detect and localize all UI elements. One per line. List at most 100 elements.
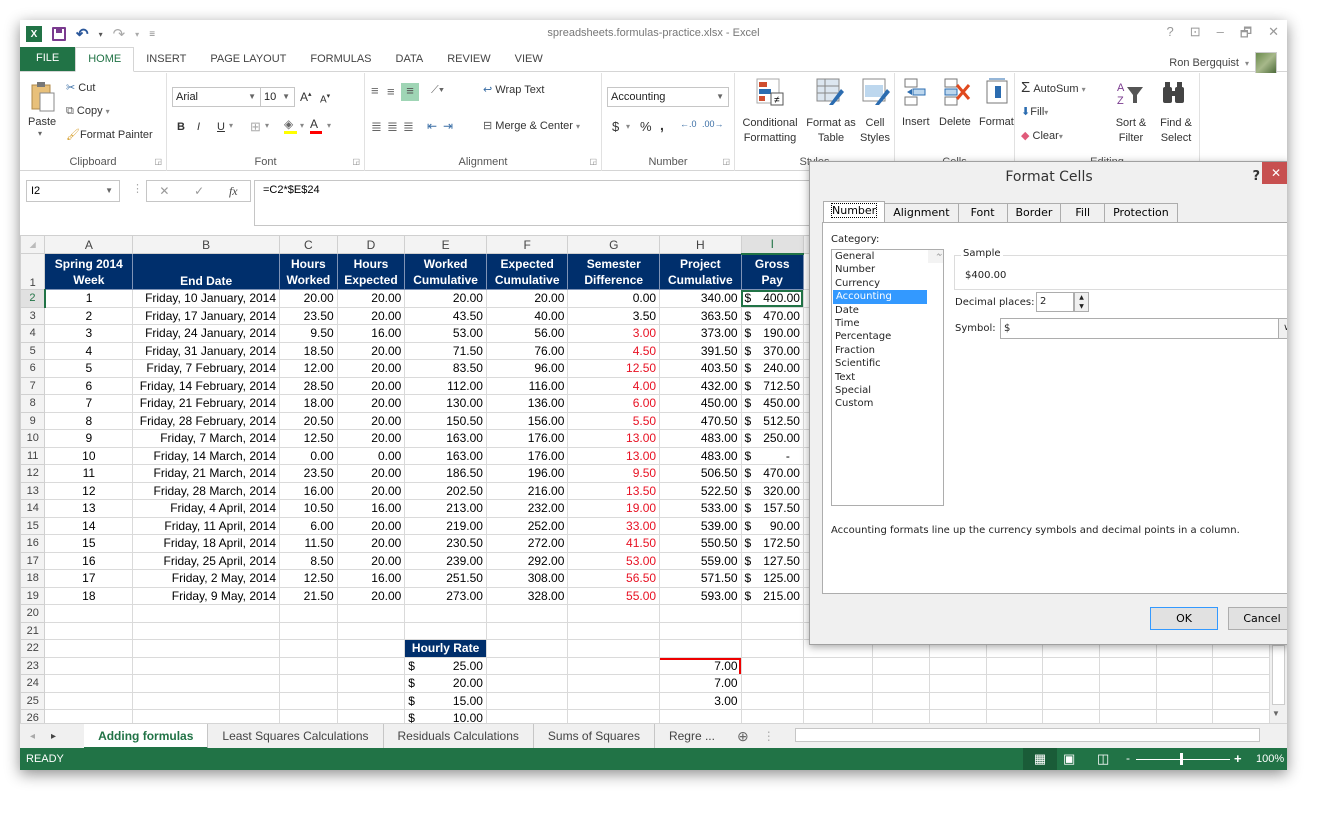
category-item-percentage[interactable]: Percentage	[832, 330, 943, 343]
worked-cumulative-cell[interactable]: 213.00	[404, 499, 487, 518]
hours-expected-cell[interactable]: 16.00	[336, 569, 406, 588]
autosum-button[interactable]: Σ AutoSum ▾	[1021, 79, 1086, 96]
page-break-view-icon[interactable]: ◫	[1097, 751, 1109, 767]
week-cell[interactable]: 9	[44, 429, 134, 448]
row-header[interactable]: 5	[20, 341, 46, 360]
end-date-cell[interactable]: Friday, 9 May, 2014	[132, 586, 281, 605]
semester-difference-cell[interactable]: 56.50	[567, 569, 661, 588]
gross-pay-cell[interactable]: $190.00	[740, 324, 804, 343]
insert-button[interactable]: Insert	[902, 116, 930, 128]
row-header[interactable]: 19	[20, 586, 46, 605]
category-item-accounting[interactable]: Accounting	[833, 290, 927, 304]
worked-cumulative-cell[interactable]: 273.00	[404, 586, 487, 605]
hourly-rate-cell[interactable]: $25.00	[404, 656, 487, 675]
column-header-h[interactable]: H	[659, 235, 742, 254]
dialog-close-icon[interactable]: ✕	[1262, 162, 1287, 184]
end-date-cell[interactable]: Friday, 4 April, 2014	[132, 499, 281, 518]
semester-difference-cell[interactable]: 5.50	[567, 411, 661, 430]
week-cell[interactable]: 18	[44, 586, 134, 605]
cell[interactable]	[740, 674, 804, 693]
hours-worked-cell[interactable]: 12.50	[279, 569, 338, 588]
category-item-date[interactable]: Date	[832, 304, 943, 317]
project-cumulative-cell[interactable]: 483.00	[659, 446, 742, 465]
comma-style-button[interactable]: ,	[660, 117, 664, 133]
value-cell[interactable]: 7.00	[659, 674, 742, 693]
percent-style-button[interactable]: %	[640, 119, 652, 134]
semester-difference-cell[interactable]: 4.50	[567, 341, 661, 360]
header-cell[interactable]: Spring 2014 Week	[44, 253, 134, 290]
cell[interactable]	[44, 604, 134, 623]
cell[interactable]	[659, 621, 742, 640]
ribbon-display-options-icon[interactable]: ⊡	[1190, 24, 1201, 46]
cell[interactable]	[1212, 674, 1270, 693]
hours-expected-cell[interactable]: 20.00	[336, 289, 406, 308]
row-header[interactable]: 25	[20, 691, 46, 710]
hours-worked-cell[interactable]: 12.00	[279, 359, 338, 378]
expected-cumulative-cell[interactable]: 176.00	[485, 446, 569, 465]
cell[interactable]	[279, 604, 338, 623]
cell[interactable]	[1212, 656, 1270, 675]
binoculars-icon[interactable]	[1160, 79, 1190, 109]
expected-cumulative-cell[interactable]: 156.00	[485, 411, 569, 430]
user-account[interactable]: Ron Bergquist ▾	[1169, 52, 1277, 74]
week-cell[interactable]: 10	[44, 446, 134, 465]
hours-worked-cell[interactable]: 10.50	[279, 499, 338, 518]
gross-pay-cell[interactable]: $320.00	[740, 481, 804, 500]
row-header[interactable]: 1	[20, 253, 46, 290]
expected-cumulative-cell[interactable]: 20.00	[485, 289, 569, 308]
expected-cumulative-cell[interactable]: 136.00	[485, 394, 569, 413]
dialog-tab-border[interactable]: Border	[1006, 203, 1062, 222]
cell[interactable]	[404, 604, 487, 623]
project-cumulative-cell[interactable]: 340.00	[659, 289, 742, 308]
end-date-cell[interactable]: Friday, 28 March, 2014	[132, 481, 281, 500]
expected-cumulative-cell[interactable]: 252.00	[485, 516, 569, 535]
cell[interactable]	[567, 639, 661, 658]
cell[interactable]	[1042, 674, 1100, 693]
undo-dropdown-icon[interactable]: ▾	[99, 30, 103, 39]
hours-worked-cell[interactable]: 20.50	[279, 411, 338, 430]
format-painter-button[interactable]: 🖌Format Painter	[66, 128, 153, 141]
cell[interactable]	[279, 639, 338, 658]
hourly-rate-header[interactable]: Hourly Rate	[404, 639, 487, 658]
worked-cumulative-cell[interactable]: 251.50	[404, 569, 487, 588]
row-header[interactable]: 6	[20, 359, 46, 378]
week-cell[interactable]: 8	[44, 411, 134, 430]
cell[interactable]	[567, 674, 661, 693]
gross-pay-cell[interactable]: $127.50	[740, 551, 804, 570]
week-cell[interactable]: 3	[44, 324, 134, 343]
semester-difference-cell[interactable]: 55.00	[567, 586, 661, 605]
worked-cumulative-cell[interactable]: 163.00	[404, 446, 487, 465]
column-header-a[interactable]: A	[44, 235, 134, 254]
cell[interactable]	[871, 674, 931, 693]
gross-pay-cell[interactable]: $ -	[740, 446, 804, 465]
increase-indent-icon[interactable]: ⇥	[443, 119, 453, 133]
worked-cumulative-cell[interactable]: 202.50	[404, 481, 487, 500]
cancel-button[interactable]: Cancel	[1228, 607, 1287, 630]
borders-dropdown-icon[interactable]: ▾	[265, 121, 269, 130]
cell[interactable]	[740, 621, 804, 640]
delete-button[interactable]: Delete	[939, 116, 971, 128]
header-cell[interactable]: End Date	[132, 253, 281, 290]
week-cell[interactable]: 14	[44, 516, 134, 535]
hours-worked-cell[interactable]: 23.50	[279, 464, 338, 483]
header-cell[interactable]: Project Cumulative	[659, 253, 742, 290]
hours-worked-cell[interactable]: 16.00	[279, 481, 338, 500]
cell[interactable]	[567, 621, 661, 640]
hours-worked-cell[interactable]: 18.00	[279, 394, 338, 413]
sheet-tab-residuals[interactable]: Residuals Calculations	[384, 723, 534, 749]
borders-icon[interactable]: ⊞	[250, 119, 261, 135]
week-cell[interactable]: 6	[44, 376, 134, 395]
hours-expected-cell[interactable]: 16.00	[336, 499, 406, 518]
row-header[interactable]: 11	[20, 446, 46, 465]
hourly-rate-cell[interactable]: $20.00	[404, 674, 487, 693]
row-header[interactable]: 17	[20, 551, 46, 570]
insert-function-icon[interactable]: fx	[229, 184, 238, 199]
hours-expected-cell[interactable]: 20.00	[336, 464, 406, 483]
header-cell[interactable]: Gross Pay	[740, 253, 804, 290]
gross-pay-cell[interactable]: $240.00	[740, 359, 804, 378]
clear-button[interactable]: ◆ Clear▾	[1021, 129, 1063, 142]
cell[interactable]	[336, 604, 406, 623]
row-header[interactable]: 16	[20, 534, 46, 553]
semester-difference-cell[interactable]: 9.50	[567, 464, 661, 483]
wrap-text-button[interactable]: ↩ Wrap Text	[483, 83, 544, 96]
